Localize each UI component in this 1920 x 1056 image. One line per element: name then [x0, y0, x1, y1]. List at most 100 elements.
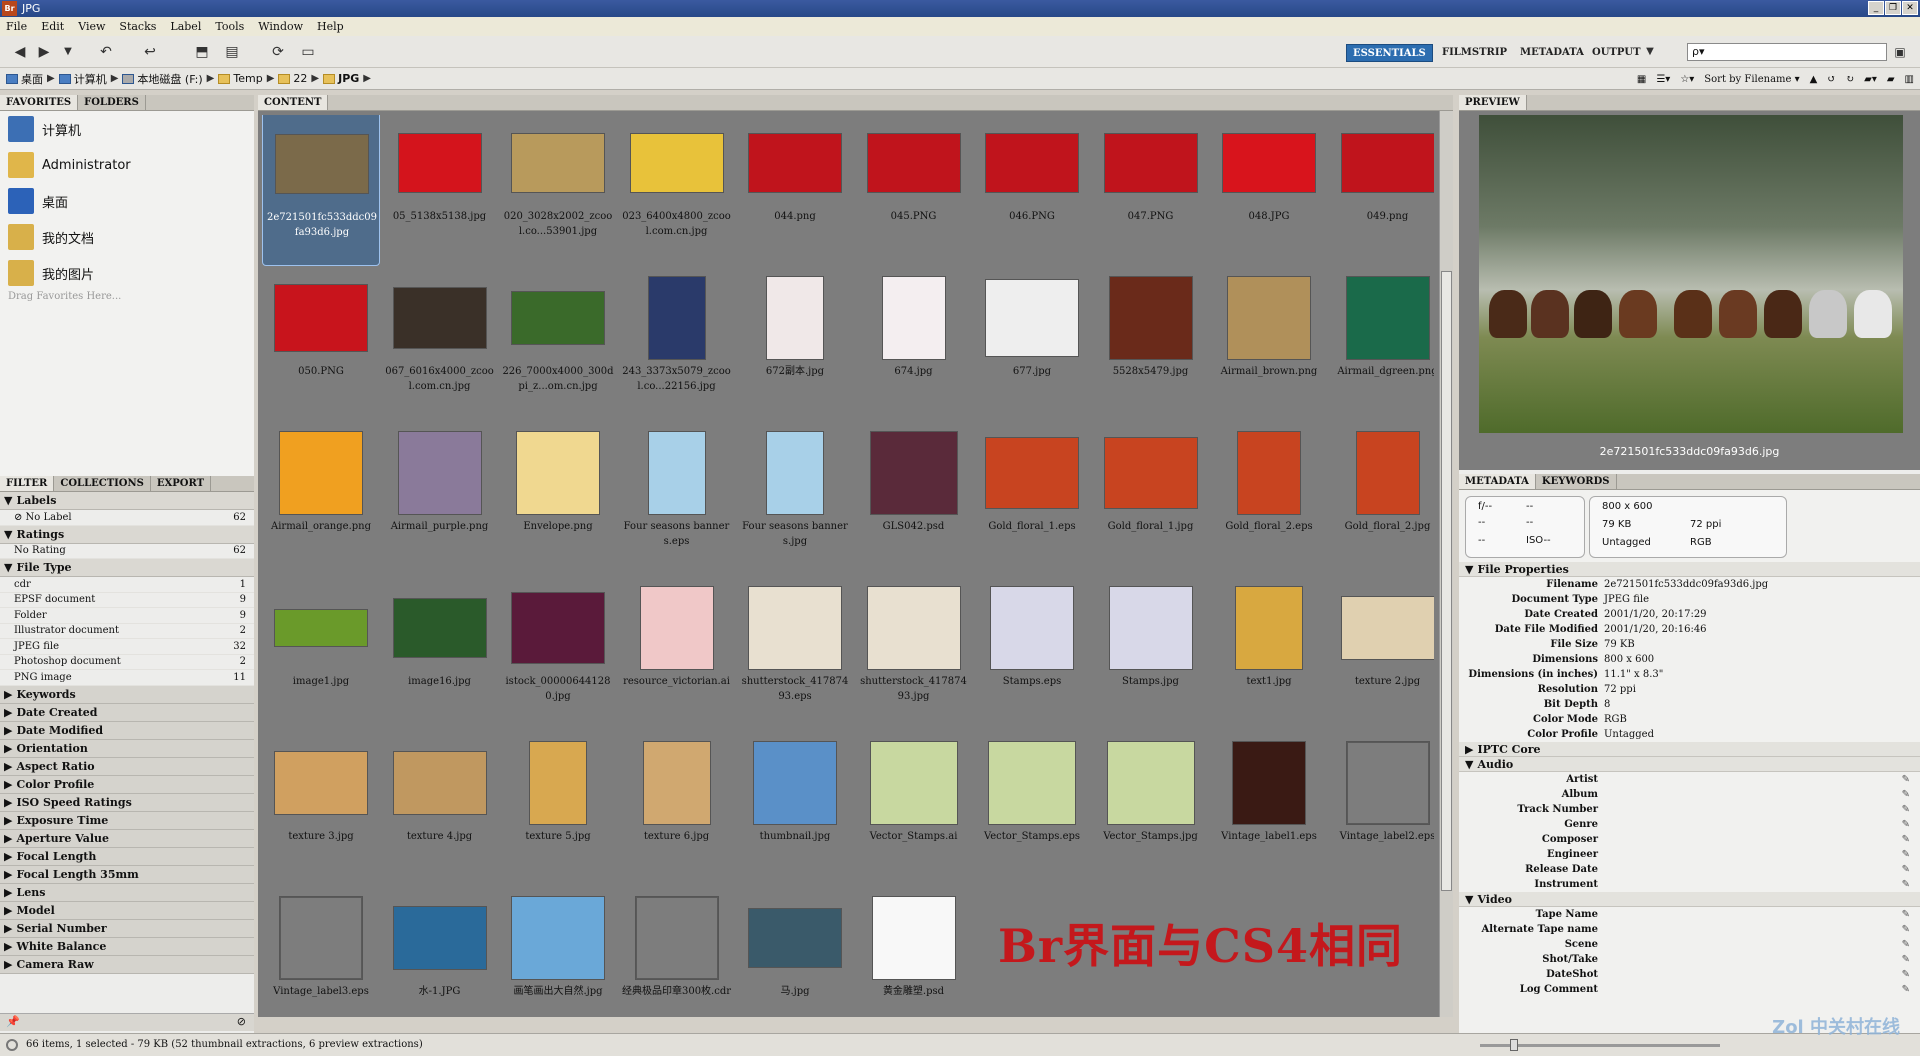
- scrollbar-thumb[interactable]: [1441, 271, 1452, 891]
- thumbnail-item[interactable]: Airmail_brown.png: [1210, 266, 1328, 421]
- thumbnail-item[interactable]: Vector_Stamps.ai: [855, 731, 973, 886]
- thumbnail-item[interactable]: 画笔画出大自然.jpg: [499, 886, 617, 1013]
- thumbnail-image[interactable]: [1104, 133, 1197, 192]
- thumbnail-image[interactable]: [1223, 133, 1315, 192]
- thumbnail-image[interactable]: [1104, 437, 1197, 508]
- edit-pencil-icon[interactable]: ✎: [1902, 802, 1910, 817]
- star-filter-icon[interactable]: ☆▾: [1680, 74, 1694, 85]
- thumbnail-item[interactable]: 05_5138x5138.jpg: [381, 115, 499, 266]
- tab-export[interactable]: EXPORT: [151, 476, 212, 491]
- metadata-section-header[interactable]: ▼ File Properties: [1459, 562, 1920, 577]
- filter-section-header[interactable]: ▶ Orientation: [0, 739, 254, 758]
- thumbnail-image[interactable]: [1109, 586, 1192, 669]
- favorite-item[interactable]: Administrator: [0, 147, 254, 183]
- thumbnail-image[interactable]: [275, 751, 367, 814]
- workspace-output[interactable]: OUTPUT: [1586, 44, 1647, 62]
- edit-pencil-icon[interactable]: ✎: [1902, 922, 1910, 937]
- breadcrumb-jpg[interactable]: JPG: [338, 72, 359, 85]
- thumbnail-image[interactable]: [749, 586, 841, 669]
- thumbnail-item[interactable]: 048.JPG: [1210, 115, 1328, 266]
- camera-download-icon[interactable]: ⬒: [192, 42, 212, 62]
- thumbnail-image[interactable]: [872, 896, 955, 979]
- edit-pencil-icon[interactable]: ✎: [1902, 772, 1910, 787]
- rotate-icon[interactable]: ⟳: [268, 42, 288, 62]
- clear-filter-icon[interactable]: ⊘: [237, 1015, 246, 1028]
- filter-row[interactable]: ⊘ No Label 62: [0, 510, 254, 526]
- metadata-row[interactable]: Artist ✎: [1459, 772, 1920, 787]
- metadata-row[interactable]: Composer ✎: [1459, 832, 1920, 847]
- thumbnail-image[interactable]: [1236, 586, 1302, 669]
- reveal-recent-icon[interactable]: ↶: [96, 42, 116, 62]
- edit-pencil-icon[interactable]: ✎: [1902, 847, 1910, 862]
- thumbnail-item[interactable]: 047.PNG: [1092, 115, 1210, 266]
- thumbnail-item[interactable]: 226_7000x4000_300dpi_z...om.cn.jpg: [499, 266, 617, 421]
- thumbnail-image[interactable]: [635, 896, 718, 979]
- filter-row[interactable]: JPEG file 32: [0, 639, 254, 655]
- thumbnail-item[interactable]: 243_3373x5079_zcool.co...22156.jpg: [618, 266, 736, 421]
- slider-handle[interactable]: [1510, 1039, 1518, 1051]
- preview-image[interactable]: [1479, 115, 1903, 433]
- thumbnail-item[interactable]: shutterstock_41787493.jpg: [855, 576, 973, 731]
- edit-pencil-icon[interactable]: ✎: [1902, 982, 1910, 997]
- tab-filter[interactable]: FILTER: [0, 476, 55, 491]
- thumbnail-image[interactable]: [870, 431, 957, 514]
- thumbnail-item[interactable]: texture 2.jpg: [1329, 576, 1435, 731]
- metadata-row[interactable]: DateShot ✎: [1459, 967, 1920, 982]
- filter-section-header[interactable]: ▶ Lens: [0, 883, 254, 902]
- thumbnail-image[interactable]: [991, 586, 1073, 669]
- metadata-row[interactable]: Genre ✎: [1459, 817, 1920, 832]
- thumbnail-item[interactable]: Gold_floral_1.jpg: [1092, 421, 1210, 576]
- return-icon[interactable]: ↩: [140, 42, 160, 62]
- thumbnail-item[interactable]: Airmail_dgreen.png: [1329, 266, 1434, 421]
- thumbnail-item[interactable]: Vector_Stamps.jpg: [1092, 731, 1210, 886]
- workspace-essentials[interactable]: ESSENTIALS: [1346, 44, 1433, 62]
- edit-pencil-icon[interactable]: ✎: [1902, 817, 1910, 832]
- filter-section-header[interactable]: ▶ Date Created: [0, 703, 254, 722]
- thumbnail-image[interactable]: [870, 741, 957, 824]
- back-arrow-icon[interactable]: ◀: [10, 42, 30, 62]
- thumbnail-item[interactable]: Gold_floral_2.jpg: [1329, 421, 1435, 576]
- thumbnail-item[interactable]: 马.jpg: [736, 886, 854, 1013]
- thumbnail-image[interactable]: [1341, 133, 1434, 192]
- edit-pencil-icon[interactable]: ✎: [1902, 967, 1910, 982]
- thumbnail-item[interactable]: 020_3028x2002_zcool.co...53901.jpg: [499, 115, 617, 266]
- tab-folders[interactable]: FOLDERS: [78, 95, 146, 110]
- thumbnail-image[interactable]: [393, 287, 486, 348]
- menu-help[interactable]: Help: [317, 17, 344, 36]
- thumbnail-image[interactable]: [767, 431, 823, 514]
- thumbnail-item[interactable]: Vintage_label1.eps: [1210, 731, 1328, 886]
- breadcrumb-22[interactable]: 22: [293, 72, 307, 85]
- recent-folder-icon[interactable]: ▰▾: [1864, 74, 1877, 85]
- thumbnail-item[interactable]: thumbnail.jpg: [736, 731, 854, 886]
- favorite-item[interactable]: 我的文档: [0, 219, 254, 255]
- filter-section-header[interactable]: ▶ Aspect Ratio: [0, 757, 254, 776]
- refine-icon[interactable]: ▤: [222, 42, 242, 62]
- thumbnail-item[interactable]: Gold_floral_1.eps: [973, 421, 1091, 576]
- filter-row[interactable]: cdr 1: [0, 577, 254, 593]
- menu-window[interactable]: Window: [258, 17, 303, 36]
- metadata-row[interactable]: Shot/Take ✎: [1459, 952, 1920, 967]
- thumbnail-item[interactable]: resource_victorian.ai: [618, 576, 736, 731]
- thumbnail-image[interactable]: [986, 437, 1078, 508]
- thumbnail-item[interactable]: Vintage_label3.eps: [262, 886, 380, 1013]
- thumbnail-image[interactable]: [989, 741, 1075, 824]
- filter-section-header[interactable]: ▶ Focal Length: [0, 847, 254, 866]
- filter-row[interactable]: Photoshop document 2: [0, 655, 254, 670]
- thumbnail-image[interactable]: [393, 906, 486, 969]
- thumbnail-item[interactable]: 水-1.JPG: [381, 886, 499, 1013]
- content-scrollbar[interactable]: [1439, 111, 1453, 1017]
- thumbnail-image[interactable]: [1346, 741, 1429, 824]
- thumbnail-item[interactable]: 677.jpg: [973, 266, 1091, 421]
- breadcrumb-drive[interactable]: 本地磁盘 (F:): [137, 71, 202, 87]
- list-view-icon[interactable]: ☰▾: [1656, 74, 1670, 85]
- sort-ascending-icon[interactable]: ▲: [1810, 74, 1818, 85]
- thumbnail-item[interactable]: 黄金雕塑.psd: [855, 886, 973, 1013]
- thumbnail-image[interactable]: [1346, 276, 1429, 359]
- breadcrumb-desktop[interactable]: 桌面: [21, 71, 43, 87]
- menu-tools[interactable]: Tools: [215, 17, 244, 36]
- thumbnail-image[interactable]: [867, 586, 960, 669]
- thumbnail-item[interactable]: Stamps.eps: [973, 576, 1091, 731]
- workspace-filmstrip[interactable]: FILMSTRIP: [1436, 44, 1513, 62]
- thumbnail-item[interactable]: 049.png: [1329, 115, 1435, 266]
- chevron-down-icon[interactable]: ▼: [58, 42, 78, 62]
